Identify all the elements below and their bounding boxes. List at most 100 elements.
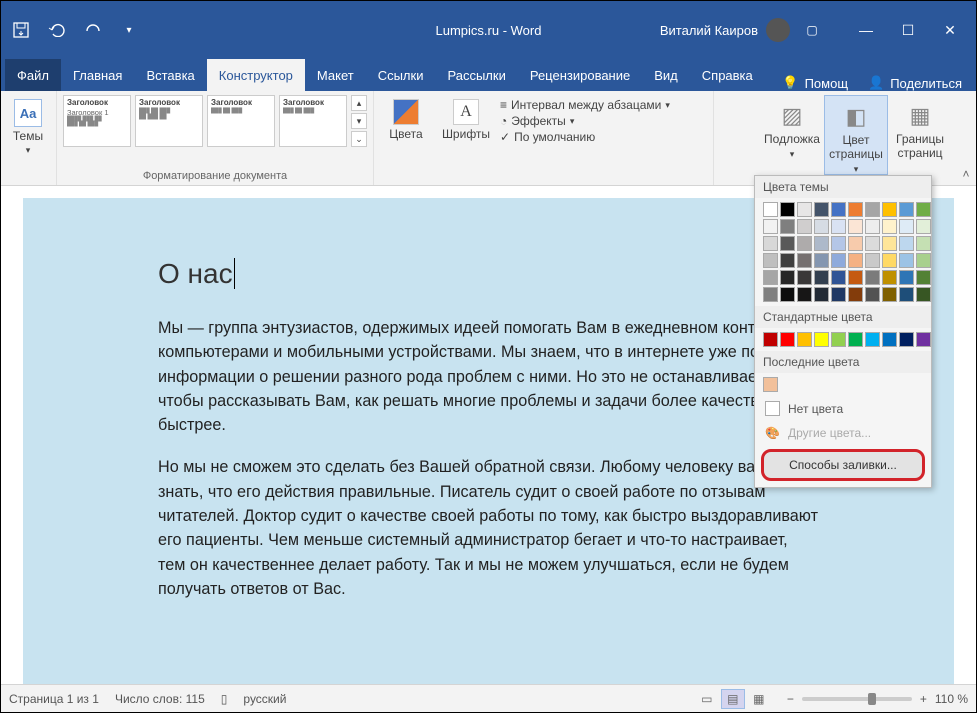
color-swatch[interactable] xyxy=(848,236,863,251)
color-swatch[interactable] xyxy=(831,332,846,347)
style-set-2[interactable]: Заголовок███ ██ █████ ███ ██ xyxy=(135,95,203,147)
tell-me-search[interactable]: 💡 Помощ xyxy=(772,75,858,91)
tab-mailings[interactable]: Рассылки xyxy=(435,59,517,91)
tab-review[interactable]: Рецензирование xyxy=(518,59,642,91)
close-button[interactable]: ✕ xyxy=(930,10,970,50)
style-gallery-controls[interactable]: ▴ ▾ ⌄ xyxy=(351,95,367,147)
color-swatch[interactable] xyxy=(763,332,778,347)
effects-button[interactable]: ◔Эффекты▾ xyxy=(500,113,670,129)
color-swatch[interactable] xyxy=(763,236,778,251)
color-swatch[interactable] xyxy=(899,332,914,347)
tab-help[interactable]: Справка xyxy=(690,59,765,91)
color-swatch[interactable] xyxy=(899,253,914,268)
color-swatch[interactable] xyxy=(882,332,897,347)
color-swatch[interactable] xyxy=(763,219,778,234)
minimize-button[interactable]: — xyxy=(846,10,886,50)
zoom-out-button[interactable]: − xyxy=(787,692,794,706)
ribbon-display-options-icon[interactable]: ▢ xyxy=(796,10,828,50)
more-colors-item[interactable]: 🎨 Другие цвета... xyxy=(755,421,931,445)
tab-home[interactable]: Главная xyxy=(61,59,134,91)
style-set-1[interactable]: ЗаголовокЗаголовок 1████ ███ █████ ██ ██… xyxy=(63,95,131,147)
read-mode-icon[interactable]: ▭ xyxy=(695,689,719,709)
color-swatch[interactable] xyxy=(882,202,897,217)
color-swatch[interactable] xyxy=(848,219,863,234)
web-layout-icon[interactable]: ▦ xyxy=(747,689,771,709)
color-swatch[interactable] xyxy=(814,202,829,217)
fill-effects-item[interactable]: Способы заливки... xyxy=(761,449,925,481)
color-swatch[interactable] xyxy=(780,202,795,217)
color-swatch[interactable] xyxy=(797,287,812,302)
tab-insert[interactable]: Вставка xyxy=(134,59,206,91)
tab-references[interactable]: Ссылки xyxy=(366,59,436,91)
color-swatch[interactable] xyxy=(916,332,931,347)
color-swatch[interactable] xyxy=(780,287,795,302)
print-layout-icon[interactable]: ▤ xyxy=(721,689,745,709)
collapse-ribbon-icon[interactable]: ˄ xyxy=(956,91,976,185)
undo-button[interactable] xyxy=(43,16,71,44)
color-swatch[interactable] xyxy=(899,236,914,251)
color-swatch[interactable] xyxy=(882,219,897,234)
color-swatch[interactable] xyxy=(865,219,880,234)
tab-view[interactable]: Вид xyxy=(642,59,690,91)
color-swatch[interactable] xyxy=(831,236,846,251)
color-swatch[interactable] xyxy=(848,253,863,268)
color-swatch[interactable] xyxy=(780,332,795,347)
colors-button[interactable]: Цвета xyxy=(380,95,432,141)
color-swatch[interactable] xyxy=(780,236,795,251)
color-swatch[interactable] xyxy=(848,202,863,217)
color-swatch[interactable] xyxy=(763,253,778,268)
color-swatch[interactable] xyxy=(797,236,812,251)
qat-dropdown-icon[interactable]: ▾ xyxy=(115,16,143,44)
color-swatch[interactable] xyxy=(831,253,846,268)
color-swatch[interactable] xyxy=(763,270,778,285)
tab-design[interactable]: Конструктор xyxy=(207,59,305,91)
color-swatch[interactable] xyxy=(763,202,778,217)
themes-button[interactable]: Aa Темы ▾ xyxy=(7,95,49,156)
status-language[interactable]: русский xyxy=(243,692,286,706)
style-set-3[interactable]: Заголовок███ ██ ███ xyxy=(207,95,275,147)
color-swatch[interactable] xyxy=(814,287,829,302)
color-swatch[interactable] xyxy=(797,253,812,268)
color-swatch[interactable] xyxy=(899,219,914,234)
fonts-button[interactable]: A Шрифты xyxy=(440,95,492,141)
color-swatch[interactable] xyxy=(780,270,795,285)
zoom-thumb[interactable] xyxy=(868,693,876,705)
set-default-button[interactable]: ✓По умолчанию xyxy=(500,129,670,145)
color-swatch[interactable] xyxy=(882,236,897,251)
color-swatch[interactable] xyxy=(865,287,880,302)
color-swatch[interactable] xyxy=(797,219,812,234)
color-swatch[interactable] xyxy=(814,332,829,347)
color-swatch[interactable] xyxy=(797,202,812,217)
color-swatch[interactable] xyxy=(916,287,931,302)
color-swatch[interactable] xyxy=(865,253,880,268)
zoom-value[interactable]: 110 % xyxy=(935,692,968,706)
page-borders-button[interactable]: ▦ Границы страниц xyxy=(888,95,952,161)
status-page[interactable]: Страница 1 из 1 xyxy=(9,692,99,706)
color-swatch[interactable] xyxy=(763,287,778,302)
color-swatch[interactable] xyxy=(916,236,931,251)
color-swatch[interactable] xyxy=(848,332,863,347)
zoom-slider[interactable] xyxy=(802,697,912,701)
color-swatch[interactable] xyxy=(831,219,846,234)
paragraph-spacing-button[interactable]: ≡Интервал между абзацами▾ xyxy=(500,97,670,113)
color-swatch[interactable] xyxy=(814,270,829,285)
color-swatch[interactable] xyxy=(831,202,846,217)
color-swatch[interactable] xyxy=(916,202,931,217)
watermark-button[interactable]: ▨ Подложка▾ xyxy=(760,95,824,159)
tab-layout[interactable]: Макет xyxy=(305,59,366,91)
color-swatch[interactable] xyxy=(899,202,914,217)
no-color-item[interactable]: Нет цвета xyxy=(755,396,931,421)
color-swatch[interactable] xyxy=(882,287,897,302)
page-color-button[interactable]: ◧ Цвет страницы▾ xyxy=(824,95,888,175)
color-swatch[interactable] xyxy=(763,377,778,392)
gallery-up-icon[interactable]: ▴ xyxy=(351,95,367,111)
style-set-4[interactable]: Заголовок███ ██ ███ xyxy=(279,95,347,147)
color-swatch[interactable] xyxy=(831,287,846,302)
color-swatch[interactable] xyxy=(882,270,897,285)
color-swatch[interactable] xyxy=(916,270,931,285)
status-words[interactable]: Число слов: 115 xyxy=(115,692,205,706)
color-swatch[interactable] xyxy=(865,332,880,347)
color-swatch[interactable] xyxy=(797,270,812,285)
tab-file[interactable]: Файл xyxy=(5,59,61,91)
color-swatch[interactable] xyxy=(848,287,863,302)
